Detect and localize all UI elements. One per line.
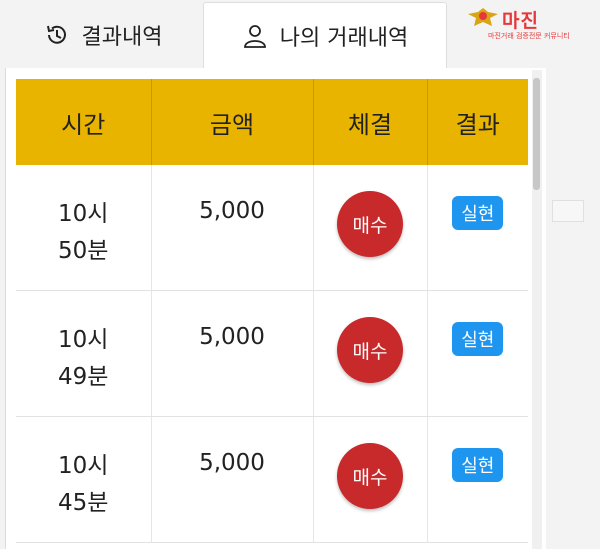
scrollbar-thumb[interactable]: [533, 78, 540, 190]
emblem-icon: [468, 8, 498, 26]
trades-table: 시간 금액 체결 결과 10시 50분 5,000 매수 실현 10시 49분 …: [16, 79, 528, 543]
result-cell: 실현: [427, 290, 528, 417]
header-result: 결과: [427, 79, 528, 165]
logo-text: 마진: [502, 10, 539, 32]
time-hour: 10시: [58, 201, 109, 227]
user-icon: [242, 23, 268, 49]
amount-cell: 5,000: [151, 416, 314, 543]
buy-badge: 매수: [337, 191, 403, 257]
time-cell: 10시 50분: [16, 165, 152, 291]
time-cell: 10시 49분: [16, 290, 152, 417]
history-icon: [44, 22, 70, 48]
execution-cell: 매수: [313, 165, 428, 291]
result-cell: 실현: [427, 416, 528, 543]
tab-results-label: 결과내역: [81, 25, 163, 50]
realized-badge: 실현: [452, 448, 504, 482]
table-header-row: 시간 금액 체결 결과: [16, 79, 528, 165]
time-hour: 10시: [58, 327, 109, 353]
execution-cell: 매수: [313, 290, 428, 417]
amount-cell: 5,000: [151, 165, 314, 291]
tab-my-trades[interactable]: 나의 거래내역: [203, 2, 447, 69]
table-row: 10시 50분 5,000 매수 실현: [16, 165, 528, 291]
background-box: [552, 200, 584, 222]
site-logo: 마진 마진거래 검증전문 커뮤니티: [466, 4, 596, 46]
table-row: 10시 49분 5,000 매수 실현: [16, 290, 528, 417]
tab-my-trades-label: 나의 거래내역: [279, 26, 409, 51]
header-time: 시간: [16, 79, 152, 165]
tab-results[interactable]: 결과내역: [8, 2, 198, 68]
time-cell: 10시 45분: [16, 416, 152, 543]
amount-cell: 5,000: [151, 290, 314, 417]
time-minute: 49분: [58, 364, 109, 390]
time-hour: 10시: [58, 453, 109, 479]
buy-badge: 매수: [337, 443, 403, 509]
buy-badge: 매수: [337, 317, 403, 383]
header-execution: 체결: [313, 79, 428, 165]
result-cell: 실현: [427, 165, 528, 291]
amount-value: 5,000: [199, 450, 265, 476]
amount-value: 5,000: [199, 324, 265, 350]
time-minute: 50분: [58, 238, 109, 264]
realized-badge: 실현: [452, 196, 504, 230]
logo-subtext: 마진거래 검증전문 커뮤니티: [488, 32, 570, 40]
execution-cell: 매수: [313, 416, 428, 543]
table-row: 10시 45분 5,000 매수 실현: [16, 416, 528, 543]
scrollbar[interactable]: [532, 70, 542, 549]
amount-value: 5,000: [199, 198, 265, 224]
header-amount: 금액: [151, 79, 314, 165]
time-minute: 45분: [58, 490, 109, 516]
realized-badge: 실현: [452, 322, 504, 356]
